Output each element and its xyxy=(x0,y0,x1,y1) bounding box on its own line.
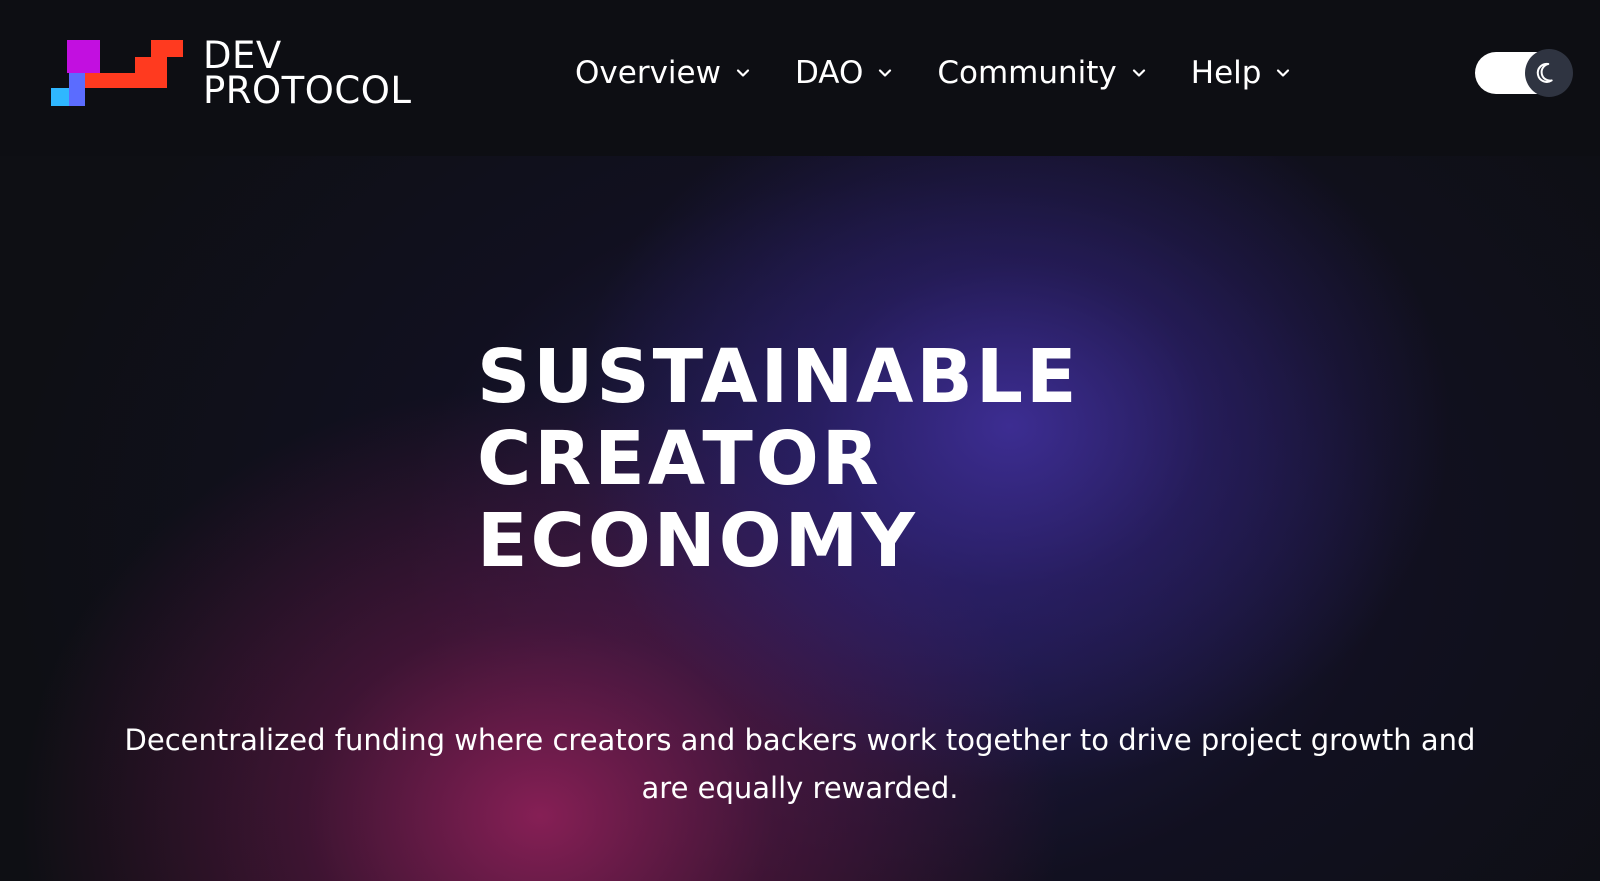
logo-text: DEV PROTOCOL xyxy=(203,34,412,112)
chevron-down-icon xyxy=(735,65,751,81)
nav-item-overview[interactable]: Overview xyxy=(575,55,751,91)
chevron-down-icon xyxy=(877,65,893,81)
nav-item-label: Help xyxy=(1190,55,1262,91)
hero-title-line: CREATOR xyxy=(477,416,882,502)
theme-toggle-knob xyxy=(1525,49,1573,97)
nav-item-label: Overview xyxy=(575,55,721,91)
chevron-down-icon xyxy=(1131,65,1147,81)
hero-section: SUSTAINABLE CREATOR ECONOMY Decentralize… xyxy=(0,156,1600,881)
moon-icon xyxy=(1536,62,1553,83)
logo-text-line1: DEV xyxy=(203,34,282,77)
hero-title-line: ECONOMY xyxy=(477,498,918,584)
theme-toggle[interactable] xyxy=(1475,49,1573,97)
hero-subtitle: Decentralized funding where creators and… xyxy=(124,723,1476,805)
nav-item-dao[interactable]: DAO xyxy=(795,55,893,91)
dev-protocol-logo-icon xyxy=(51,40,183,106)
chevron-down-icon xyxy=(1275,65,1291,81)
nav-item-help[interactable]: Help xyxy=(1191,55,1292,91)
main-nav: Overview DAO Community Help xyxy=(575,0,1335,146)
hero-title: SUSTAINABLE CREATOR ECONOMY xyxy=(477,336,1080,582)
logo-text-line2: PROTOCOL xyxy=(203,69,412,112)
nav-item-label: DAO xyxy=(794,55,864,91)
nav-item-community[interactable]: Community xyxy=(937,55,1146,91)
site-header: DEV PROTOCOL Overview DAO Community Help xyxy=(0,0,1600,156)
hero-title-line: SUSTAINABLE xyxy=(477,334,1080,420)
logo-link[interactable]: DEV PROTOCOL xyxy=(51,34,412,112)
nav-item-label: Community xyxy=(937,55,1117,91)
